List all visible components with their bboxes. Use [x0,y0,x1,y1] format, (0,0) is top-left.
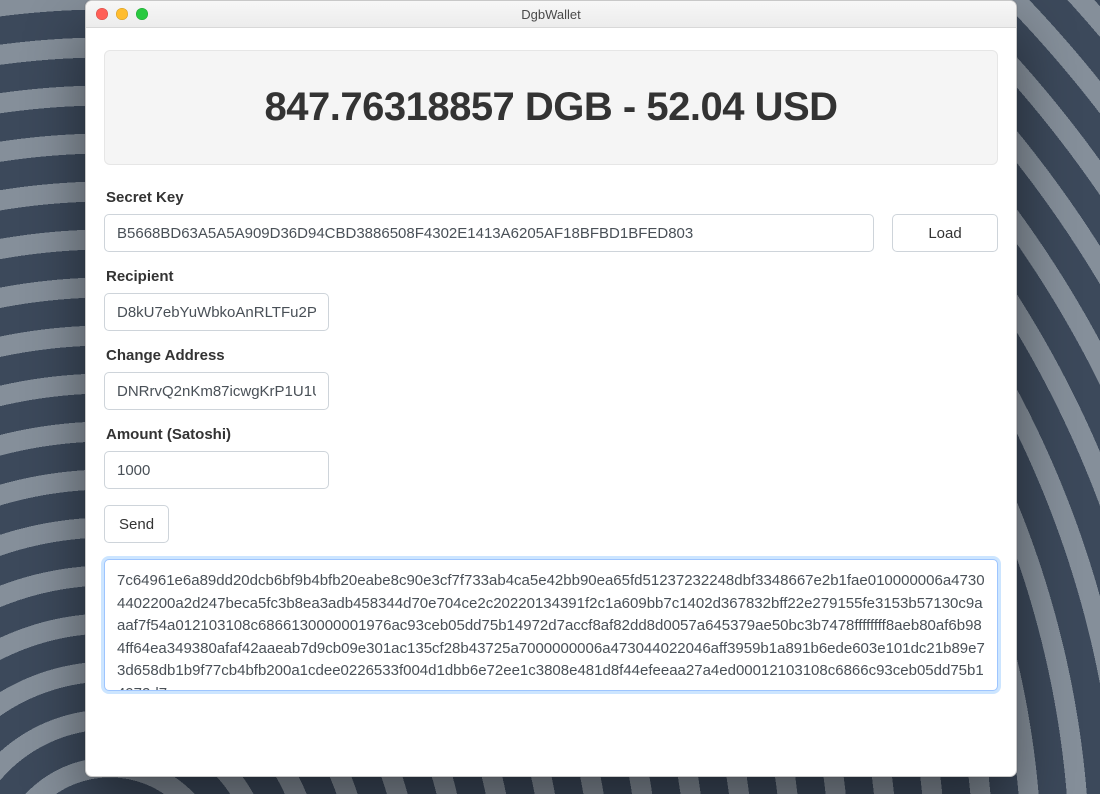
minimize-icon[interactable] [116,8,128,20]
change-address-input[interactable] [104,372,329,410]
balance-panel: 847.76318857 DGB - 52.04 USD [104,50,998,165]
raw-transaction-output[interactable] [104,559,998,691]
amount-label: Amount (Satoshi) [106,426,998,443]
recipient-input[interactable] [104,293,329,331]
app-window: DgbWallet 847.76318857 DGB - 52.04 USD S… [85,0,1017,777]
titlebar[interactable]: DgbWallet [86,1,1016,28]
window-controls [86,8,148,20]
recipient-label: Recipient [106,268,998,285]
window-title: DgbWallet [86,7,1016,22]
send-button[interactable]: Send [104,505,169,543]
window-content: 847.76318857 DGB - 52.04 USD Secret Key … [86,28,1016,777]
secret-key-label: Secret Key [106,189,998,206]
zoom-icon[interactable] [136,8,148,20]
amount-input[interactable] [104,451,329,489]
balance-display: 847.76318857 DGB - 52.04 USD [115,85,987,130]
change-address-label: Change Address [106,347,998,364]
load-button[interactable]: Load [892,214,998,252]
close-icon[interactable] [96,8,108,20]
secret-key-input[interactable] [104,214,874,252]
